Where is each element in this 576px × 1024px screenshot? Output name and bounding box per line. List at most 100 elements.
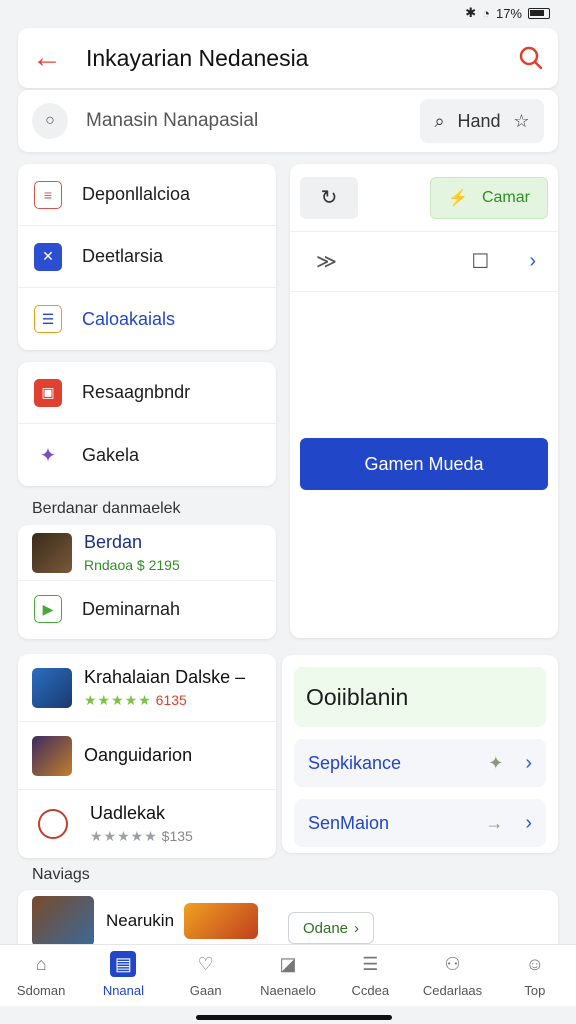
battery-icon bbox=[528, 7, 550, 19]
menu-item-label: Caloakaials bbox=[82, 308, 176, 329]
star-icon[interactable]: ☆ bbox=[513, 111, 529, 132]
tab-cedarlaas[interactable]: ⚇ Cedarlaas bbox=[418, 951, 488, 999]
circle-icon[interactable]: ○ bbox=[32, 103, 68, 139]
featured-name: Berdan bbox=[84, 532, 143, 552]
menu-item-label: Deetlarsia bbox=[82, 246, 164, 266]
page-title: Inkayarian Nedanesia bbox=[86, 44, 309, 71]
rating-value: 6135 bbox=[155, 691, 187, 708]
tab-home[interactable]: ⌂ Sdoman bbox=[6, 951, 76, 999]
app-name: Uadlekak bbox=[90, 803, 166, 823]
gift-icon: ▣ bbox=[34, 378, 62, 407]
app-thumbnail bbox=[32, 667, 72, 708]
featured-link-label: Deminarnah bbox=[82, 598, 181, 619]
app-name: Oanguidarion bbox=[84, 745, 193, 765]
green-card-row-label: Sepkikance bbox=[308, 752, 402, 773]
green-card-row[interactable]: Sepkikance ✦ › bbox=[294, 739, 546, 787]
pin-icon: ✦ bbox=[39, 444, 57, 467]
arrow-icon: → bbox=[485, 812, 504, 833]
menu-item-gakela[interactable]: ✦ Gakela bbox=[18, 424, 276, 486]
app-row[interactable]: Uadlekak ★★★★★ $135 bbox=[18, 790, 276, 858]
tab-label: Nnanal bbox=[102, 983, 145, 998]
battery-percent: 17% bbox=[495, 5, 522, 21]
featured-item[interactable]: Berdan Rndaoa $ 2195 bbox=[18, 525, 276, 581]
menu-card-secondary: ▣ Resaagnbndr ✦ Gakela bbox=[18, 362, 276, 486]
menu-card-primary: ≡ Deponllalcioa ✕ Deetlarsia ☰ Caloakaia… bbox=[18, 164, 276, 350]
chevron-right-icon[interactable]: › bbox=[529, 250, 536, 273]
message-icon: ◪ bbox=[279, 953, 297, 974]
right-panel-controls: ≫ ☐ › bbox=[290, 232, 558, 292]
chevron-right-icon: › bbox=[354, 919, 360, 937]
menu-item-caloakaials[interactable]: ☰ Caloakaials bbox=[18, 288, 276, 350]
status-bar: ✱ ◔ 17% bbox=[0, 0, 576, 26]
app-thumbnail bbox=[38, 809, 68, 839]
refresh-icon[interactable]: ↻ bbox=[300, 176, 358, 219]
menu-item-label: Deponllalcioa bbox=[82, 184, 191, 204]
green-card-row-label: SenMaion bbox=[308, 812, 390, 833]
section-title-featured: Berdanar danmaelek bbox=[32, 500, 181, 517]
home-indicator bbox=[196, 1015, 392, 1020]
wifi-icon: ◔ bbox=[482, 5, 490, 21]
tab-top[interactable]: ☺ Top bbox=[500, 951, 570, 999]
tab-ccdea[interactable]: ☰ Ccdea bbox=[335, 951, 405, 999]
community-icon: ⚇ bbox=[444, 953, 461, 974]
app-thumbnail bbox=[32, 735, 72, 776]
chevron-right-icon[interactable]: › bbox=[525, 752, 532, 775]
hand-button-label: Hand bbox=[457, 110, 501, 131]
menu-item-deponllalcioa[interactable]: ≡ Deponllalcioa bbox=[18, 164, 276, 226]
tab-gaan[interactable]: ♡ Gaan bbox=[171, 951, 241, 999]
search-small-icon: ⌕ bbox=[434, 110, 445, 131]
tab-naenaelo[interactable]: ◪ Naenaelo bbox=[253, 951, 323, 999]
sparkle-icon: ✦ bbox=[488, 752, 504, 773]
app-name: Krahalaian Dalske – bbox=[84, 666, 246, 687]
tab-label: Ccdea bbox=[351, 983, 390, 998]
play-icon: ▶ bbox=[34, 595, 62, 623]
green-card: Ooiiblanin Sepkikance ✦ › SenMaion → › bbox=[282, 655, 558, 853]
square-icon[interactable]: ☐ bbox=[471, 249, 489, 274]
camar-label: Camar bbox=[481, 188, 530, 206]
tab-nnanal[interactable]: ▤ Nnanal bbox=[88, 951, 158, 998]
search-input[interactable]: Manasin Nanapasial bbox=[68, 110, 420, 132]
avatar bbox=[32, 532, 72, 573]
right-panel-toolbar: ↻ ⚡ Camar bbox=[290, 164, 558, 232]
hand-button[interactable]: ⌕ Hand ☆ bbox=[420, 99, 544, 143]
odane-button[interactable]: Odane › bbox=[288, 912, 374, 944]
app-row[interactable]: Oanguidarion bbox=[18, 722, 276, 790]
featured-link[interactable]: ▶ Deminarnah bbox=[18, 581, 276, 637]
menu-item-resaagnbndr[interactable]: ▣ Resaagnbndr bbox=[18, 362, 276, 424]
search-icon[interactable] bbox=[518, 45, 544, 71]
tab-label: Top bbox=[524, 983, 546, 998]
bottom-card-name: Nearukin bbox=[106, 911, 175, 930]
app-thumbnail bbox=[32, 896, 94, 946]
camar-button[interactable]: ⚡ Camar bbox=[430, 176, 548, 219]
green-card-row[interactable]: SenMaion → › bbox=[294, 799, 546, 847]
profile-icon: ☺ bbox=[525, 953, 545, 974]
tab-label: Cedarlaas bbox=[422, 983, 483, 998]
bottom-tab-bar: ⌂ Sdoman ▤ Nnanal ♡ Gaan ◪ Naenaelo ☰ Ccdea ⚇… bbox=[0, 944, 576, 1006]
lightning-icon: ⚡ bbox=[448, 189, 468, 207]
menu-item-label: Gakela bbox=[82, 444, 140, 465]
app-row[interactable]: Krahalaian Dalske – ★★★★★ 6135 bbox=[18, 654, 276, 722]
heart-icon: ♡ bbox=[197, 953, 214, 974]
menu-item-deetlarsia[interactable]: ✕ Deetlarsia bbox=[18, 226, 276, 288]
search-bar[interactable]: ○ Manasin Nanapasial ⌕ Hand ☆ bbox=[18, 90, 558, 152]
bluetooth-icon: ✱ bbox=[465, 5, 477, 20]
rating-stars: ★★★★★ bbox=[90, 828, 158, 844]
document-icon: ≡ bbox=[34, 180, 62, 209]
rating-value: $135 bbox=[161, 828, 193, 844]
featured-price: Rndaoa $ 2195 bbox=[84, 557, 180, 573]
tools-icon: ✕ bbox=[34, 242, 62, 271]
rating-stars: ★★★★★ bbox=[84, 691, 152, 708]
list-icon: ☰ bbox=[34, 305, 62, 333]
tab-label: Naenaelo bbox=[260, 983, 316, 998]
app-list-card: Krahalaian Dalske – ★★★★★ 6135 Oanguidar… bbox=[18, 654, 276, 858]
odane-label: Odane bbox=[302, 919, 349, 937]
back-arrow-icon[interactable]: ← bbox=[32, 41, 68, 75]
grid-icon: ▤ bbox=[110, 951, 137, 977]
chevron-right-icon[interactable]: › bbox=[525, 812, 532, 835]
promo-banner bbox=[184, 903, 259, 939]
primary-action-button[interactable]: Gamen Mueda bbox=[300, 438, 548, 490]
tab-label: Sdoman bbox=[16, 983, 66, 998]
bell-icon: ☰ bbox=[362, 953, 379, 974]
expand-icon[interactable]: ≫ bbox=[316, 249, 337, 274]
app-bar: ← Inkayarian Nedanesia bbox=[18, 28, 558, 88]
